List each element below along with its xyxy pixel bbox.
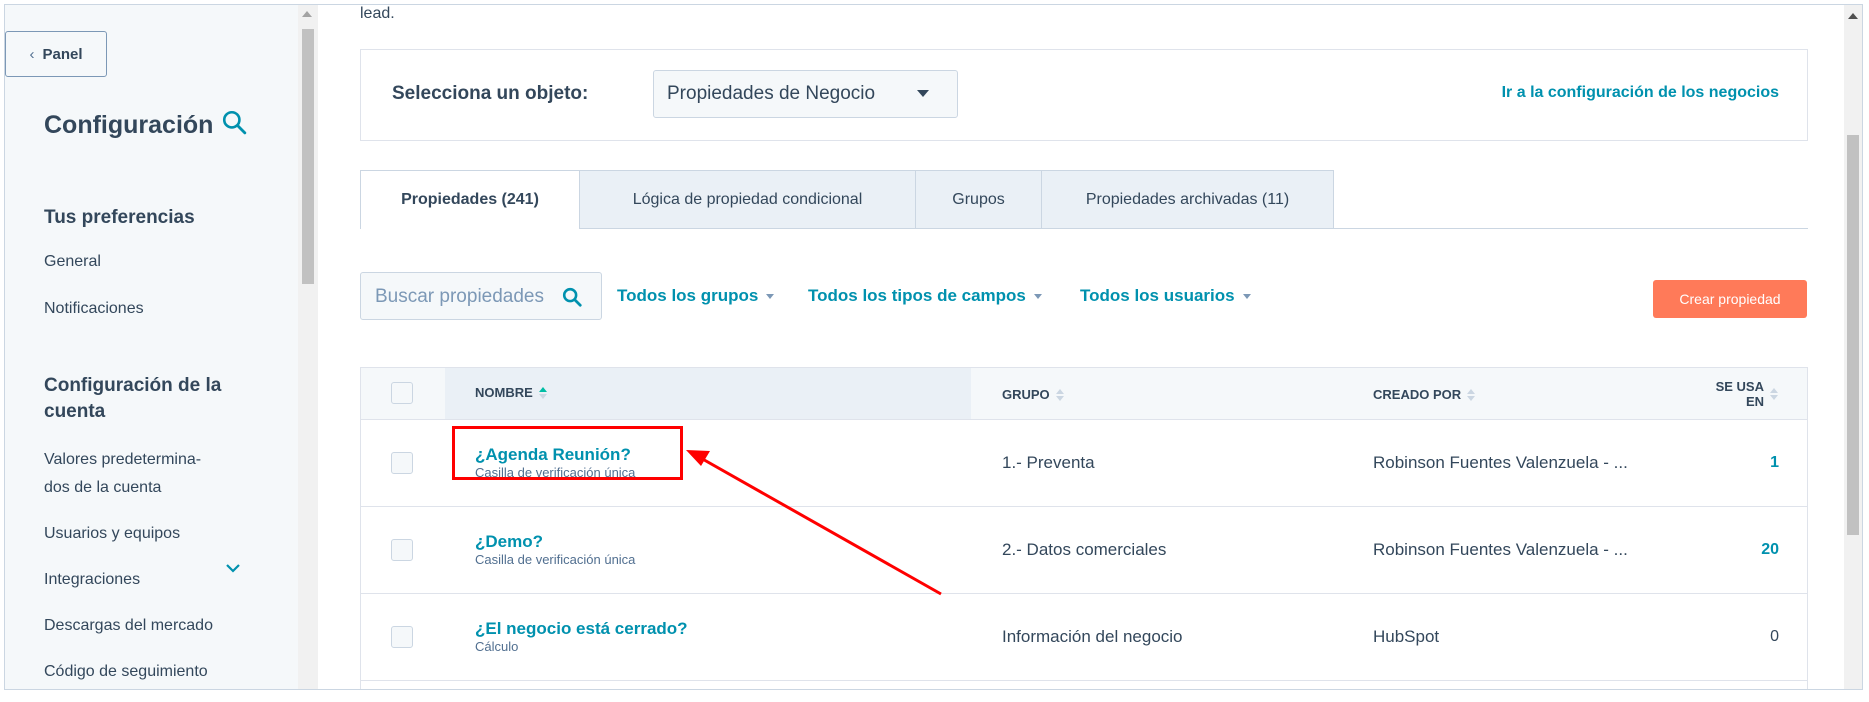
- sort-icon: [1467, 388, 1476, 401]
- dropdown-caret-icon: [766, 293, 775, 299]
- dropdown-caret-icon: [1242, 293, 1251, 299]
- search-input[interactable]: [373, 285, 565, 309]
- property-name-cell: ¿El negocio está cerrado? Cálculo: [475, 619, 688, 654]
- table-row[interactable]: ¿Demo? Casilla de verificación única 2.-…: [361, 507, 1807, 594]
- settings-title: Configuración: [44, 109, 247, 142]
- sidebar-item-users-teams[interactable]: Usuarios y equipos: [44, 520, 180, 548]
- header-used-in-line1: SE USA: [1715, 379, 1764, 394]
- property-group: Información del negocio: [1002, 627, 1183, 646]
- lead-text: lead.: [360, 5, 395, 22]
- chevron-down-icon[interactable]: [225, 562, 241, 574]
- object-label: Selecciona un objeto:: [392, 83, 589, 104]
- sidebar-item-account-defaults-line2[interactable]: dos de la cuenta: [44, 474, 161, 502]
- property-group: 2.- Datos comerciales: [1002, 540, 1167, 559]
- select-all-checkbox[interactable]: [391, 382, 413, 404]
- header-group-label: GRUPO: [1002, 387, 1050, 402]
- sort-icon: [1770, 388, 1779, 400]
- table-row[interactable]: ¿El negocio está cerrado? Cálculo Inform…: [361, 594, 1807, 681]
- header-name[interactable]: NOMBRE: [475, 385, 548, 400]
- property-type: Casilla de verificación única: [475, 552, 636, 567]
- properties-table: NOMBRE GRUPO CREADO POR SE USA EN ¿Agend…: [360, 367, 1808, 689]
- section-preferences: Tus preferencias: [44, 207, 195, 228]
- row-checkbox[interactable]: [391, 539, 413, 561]
- sidebar-item-general[interactable]: General: [44, 248, 101, 276]
- page-scrollbar[interactable]: [1844, 5, 1862, 689]
- panel-button[interactable]: ‹ Panel: [5, 31, 107, 77]
- property-search[interactable]: [360, 272, 602, 320]
- search-icon[interactable]: [221, 109, 247, 142]
- filter-users-label: Todos los usuarios: [1080, 286, 1235, 305]
- app-frame: ‹ Panel Configuración Tus preferencias G…: [4, 4, 1863, 690]
- caret-down-icon: [917, 90, 929, 97]
- header-name-label: NOMBRE: [475, 385, 533, 400]
- row-checkbox[interactable]: [391, 452, 413, 474]
- property-used-in[interactable]: 20: [1761, 541, 1779, 559]
- sidebar-item-notifications[interactable]: Notificaciones: [44, 295, 144, 323]
- tab-groups[interactable]: Grupos: [915, 170, 1042, 228]
- header-used-in[interactable]: SE USA EN: [1716, 379, 1779, 409]
- filter-users[interactable]: Todos los usuarios: [1080, 286, 1251, 306]
- filter-groups[interactable]: Todos los grupos: [617, 286, 775, 306]
- highlight-box-annotation: [452, 426, 683, 480]
- property-name-link[interactable]: ¿El negocio está cerrado?: [475, 619, 688, 639]
- filter-field-types[interactable]: Todos los tipos de campos: [808, 286, 1042, 306]
- table-header: NOMBRE GRUPO CREADO POR SE USA EN: [361, 368, 1807, 420]
- property-used-in[interactable]: 1: [1770, 454, 1779, 472]
- property-created-by: HubSpot: [1373, 627, 1440, 646]
- properties-tabs: Propiedades (241) Lógica de propiedad co…: [360, 170, 1808, 229]
- chevron-left-icon: ‹: [29, 45, 35, 63]
- sidebar-scrollbar-thumb[interactable]: [302, 29, 314, 284]
- sidebar-scrollbar[interactable]: [298, 5, 318, 689]
- object-select[interactable]: Propiedades de Negocio: [653, 70, 958, 118]
- dropdown-caret-icon: [1033, 293, 1042, 299]
- sidebar-item-tracking-code[interactable]: Código de seguimiento: [44, 658, 208, 686]
- scroll-up-arrow-icon[interactable]: [1848, 13, 1858, 19]
- header-created-by-label: CREADO POR: [1373, 387, 1462, 402]
- property-created-by: Robinson Fuentes Valenzuela - ...: [1373, 540, 1628, 559]
- sort-icon: [1055, 388, 1065, 401]
- property-created-by: Robinson Fuentes Valenzuela - ...: [1373, 453, 1628, 472]
- tab-archived-properties[interactable]: Propiedades archivadas (11): [1041, 170, 1334, 228]
- row-checkbox[interactable]: [391, 626, 413, 648]
- create-property-button[interactable]: Crear propiedad: [1653, 280, 1807, 318]
- settings-title-text: Configuración: [44, 111, 214, 139]
- property-type: Cálculo: [475, 639, 519, 654]
- object-select-value: Propiedades de Negocio: [667, 83, 876, 104]
- deal-settings-link[interactable]: Ir a la configuración de los negocios: [1502, 84, 1779, 102]
- tab-conditional-logic[interactable]: Lógica de propiedad condicional: [579, 170, 916, 228]
- header-created-by[interactable]: CREADO POR: [1373, 387, 1476, 402]
- object-selector-panel: Selecciona un objeto: Propiedades de Neg…: [360, 49, 1808, 141]
- filter-groups-label: Todos los grupos: [617, 286, 759, 305]
- sidebar-item-marketplace-downloads[interactable]: Descargas del mercado: [44, 612, 213, 640]
- header-group[interactable]: GRUPO: [1002, 387, 1065, 402]
- property-used-in: 0: [1770, 628, 1779, 645]
- property-name-link[interactable]: ¿Demo?: [475, 532, 635, 552]
- header-used-in-line2: EN: [1745, 394, 1764, 409]
- sidebar-item-account-defaults-line1[interactable]: Valores predetermina-: [44, 446, 201, 474]
- property-name-cell: ¿Demo? Casilla de verificación única: [475, 532, 635, 567]
- scroll-up-arrow-icon[interactable]: [302, 11, 312, 17]
- sidebar-item-integrations[interactable]: Integraciones: [44, 566, 140, 594]
- section-account: Configuración de la cuenta: [44, 375, 222, 422]
- property-group: 1.- Preventa: [1002, 453, 1095, 472]
- tab-properties[interactable]: Propiedades (241): [360, 170, 580, 229]
- search-icon[interactable]: [561, 286, 583, 308]
- page-scrollbar-thumb[interactable]: [1847, 135, 1859, 535]
- panel-button-label: Panel: [42, 45, 83, 63]
- settings-sidebar: ‹ Panel Configuración Tus preferencias G…: [5, 5, 305, 689]
- filter-field-types-label: Todos los tipos de campos: [808, 286, 1026, 305]
- sort-icon: [538, 386, 548, 399]
- header-used-in-label: SE USA EN: [1716, 379, 1764, 409]
